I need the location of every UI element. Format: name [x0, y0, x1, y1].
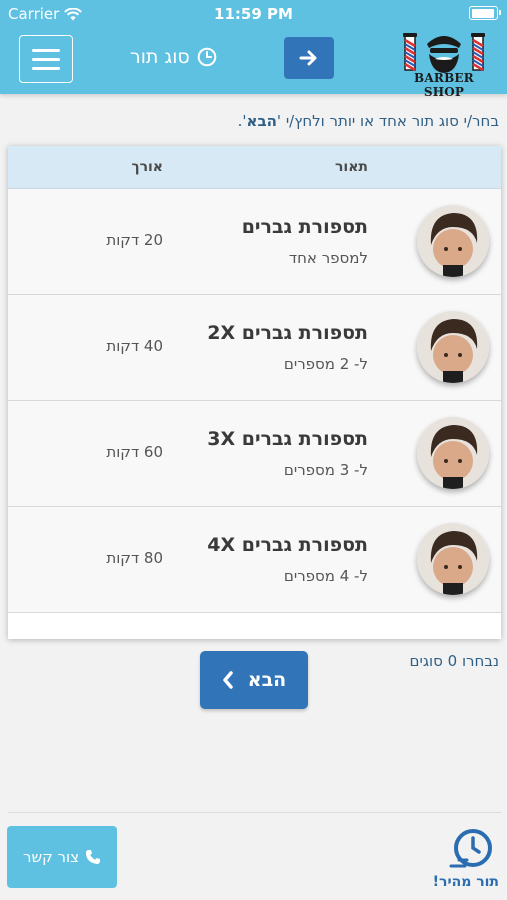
- contact-button-label: צור קשר: [23, 848, 79, 866]
- row-title: תספורת גברים 2X: [207, 322, 368, 344]
- column-header-length: אורך: [131, 159, 163, 175]
- page-title-label: סוג תור: [130, 46, 190, 68]
- avatar: [417, 523, 489, 595]
- logo-text: BARBER SHOP: [414, 71, 474, 99]
- status-time: 11:59 PM: [214, 5, 293, 23]
- next-button[interactable]: הבא: [200, 651, 308, 709]
- table-header: תאור אורך: [8, 146, 501, 189]
- row-subtitle: ל- 2 מספרים: [283, 355, 368, 373]
- contact-button[interactable]: צור קשר: [7, 826, 117, 888]
- table-row[interactable]: תספורת גברים 3X ל- 3 מספרים 60 דקות: [8, 401, 501, 507]
- barber-shop-logo: BARBER SHOP: [393, 30, 495, 99]
- barber-logo-graphic: [403, 33, 485, 73]
- appointment-type-table: תאור אורך תספורת גברים למספר אחד 20 דקות…: [8, 146, 501, 639]
- row-title: תספורת גברים 4X: [207, 534, 368, 556]
- selected-count: נבחרו 0 סוגים: [409, 652, 499, 670]
- phone-icon: [85, 850, 100, 864]
- table-row[interactable]: תספורת גברים למספר אחד 20 דקות: [8, 189, 501, 295]
- clock-icon: [197, 47, 217, 67]
- arrow-right-icon: [299, 50, 317, 66]
- hamburger-menu-icon: [32, 48, 60, 52]
- footer-divider: [8, 812, 501, 813]
- avatar: [417, 417, 489, 489]
- row-title: תספורת גברים 3X: [207, 428, 368, 450]
- row-length: 40 דקות: [106, 337, 163, 355]
- hamburger-menu-button[interactable]: [19, 35, 73, 83]
- row-title: תספורת גברים: [241, 216, 368, 238]
- row-subtitle: ל- 3 מספרים: [283, 461, 368, 479]
- row-length: 80 דקות: [106, 549, 163, 567]
- row-subtitle: למספר אחד: [288, 249, 368, 267]
- table-row[interactable]: תספורת גברים 4X ל- 4 מספרים 80 דקות: [8, 507, 501, 613]
- next-button-label: הבא: [247, 669, 287, 691]
- page-title: סוג תור: [130, 46, 217, 68]
- avatar: [417, 311, 489, 383]
- row-length: 20 דקות: [106, 231, 163, 249]
- quick-appointment-label[interactable]: תור מהיר!: [433, 874, 499, 890]
- avatar: [417, 205, 489, 277]
- column-header-description: תאור: [335, 159, 368, 175]
- quick-clock-icon: [449, 829, 492, 868]
- status-bar: Carrier 11:59 PM: [0, 0, 507, 27]
- row-length: 60 דקות: [106, 443, 163, 461]
- instruction-next-emphasis: הבא: [246, 112, 277, 130]
- instruction-text: בחר/י סוג תור אחד או יותר ולחץ/י 'הבא'.: [237, 112, 499, 130]
- battery-icon: [469, 6, 501, 20]
- chevron-left-icon: [223, 671, 233, 689]
- app-header: סוג תור BARBER SHOP: [0, 27, 507, 99]
- table-row[interactable]: תספורת גברים 2X ל- 2 מספרים 40 דקות: [8, 295, 501, 401]
- forward-arrow-button[interactable]: [284, 37, 334, 79]
- quick-appointment-button[interactable]: [443, 826, 499, 874]
- row-subtitle: ל- 4 מספרים: [283, 567, 368, 585]
